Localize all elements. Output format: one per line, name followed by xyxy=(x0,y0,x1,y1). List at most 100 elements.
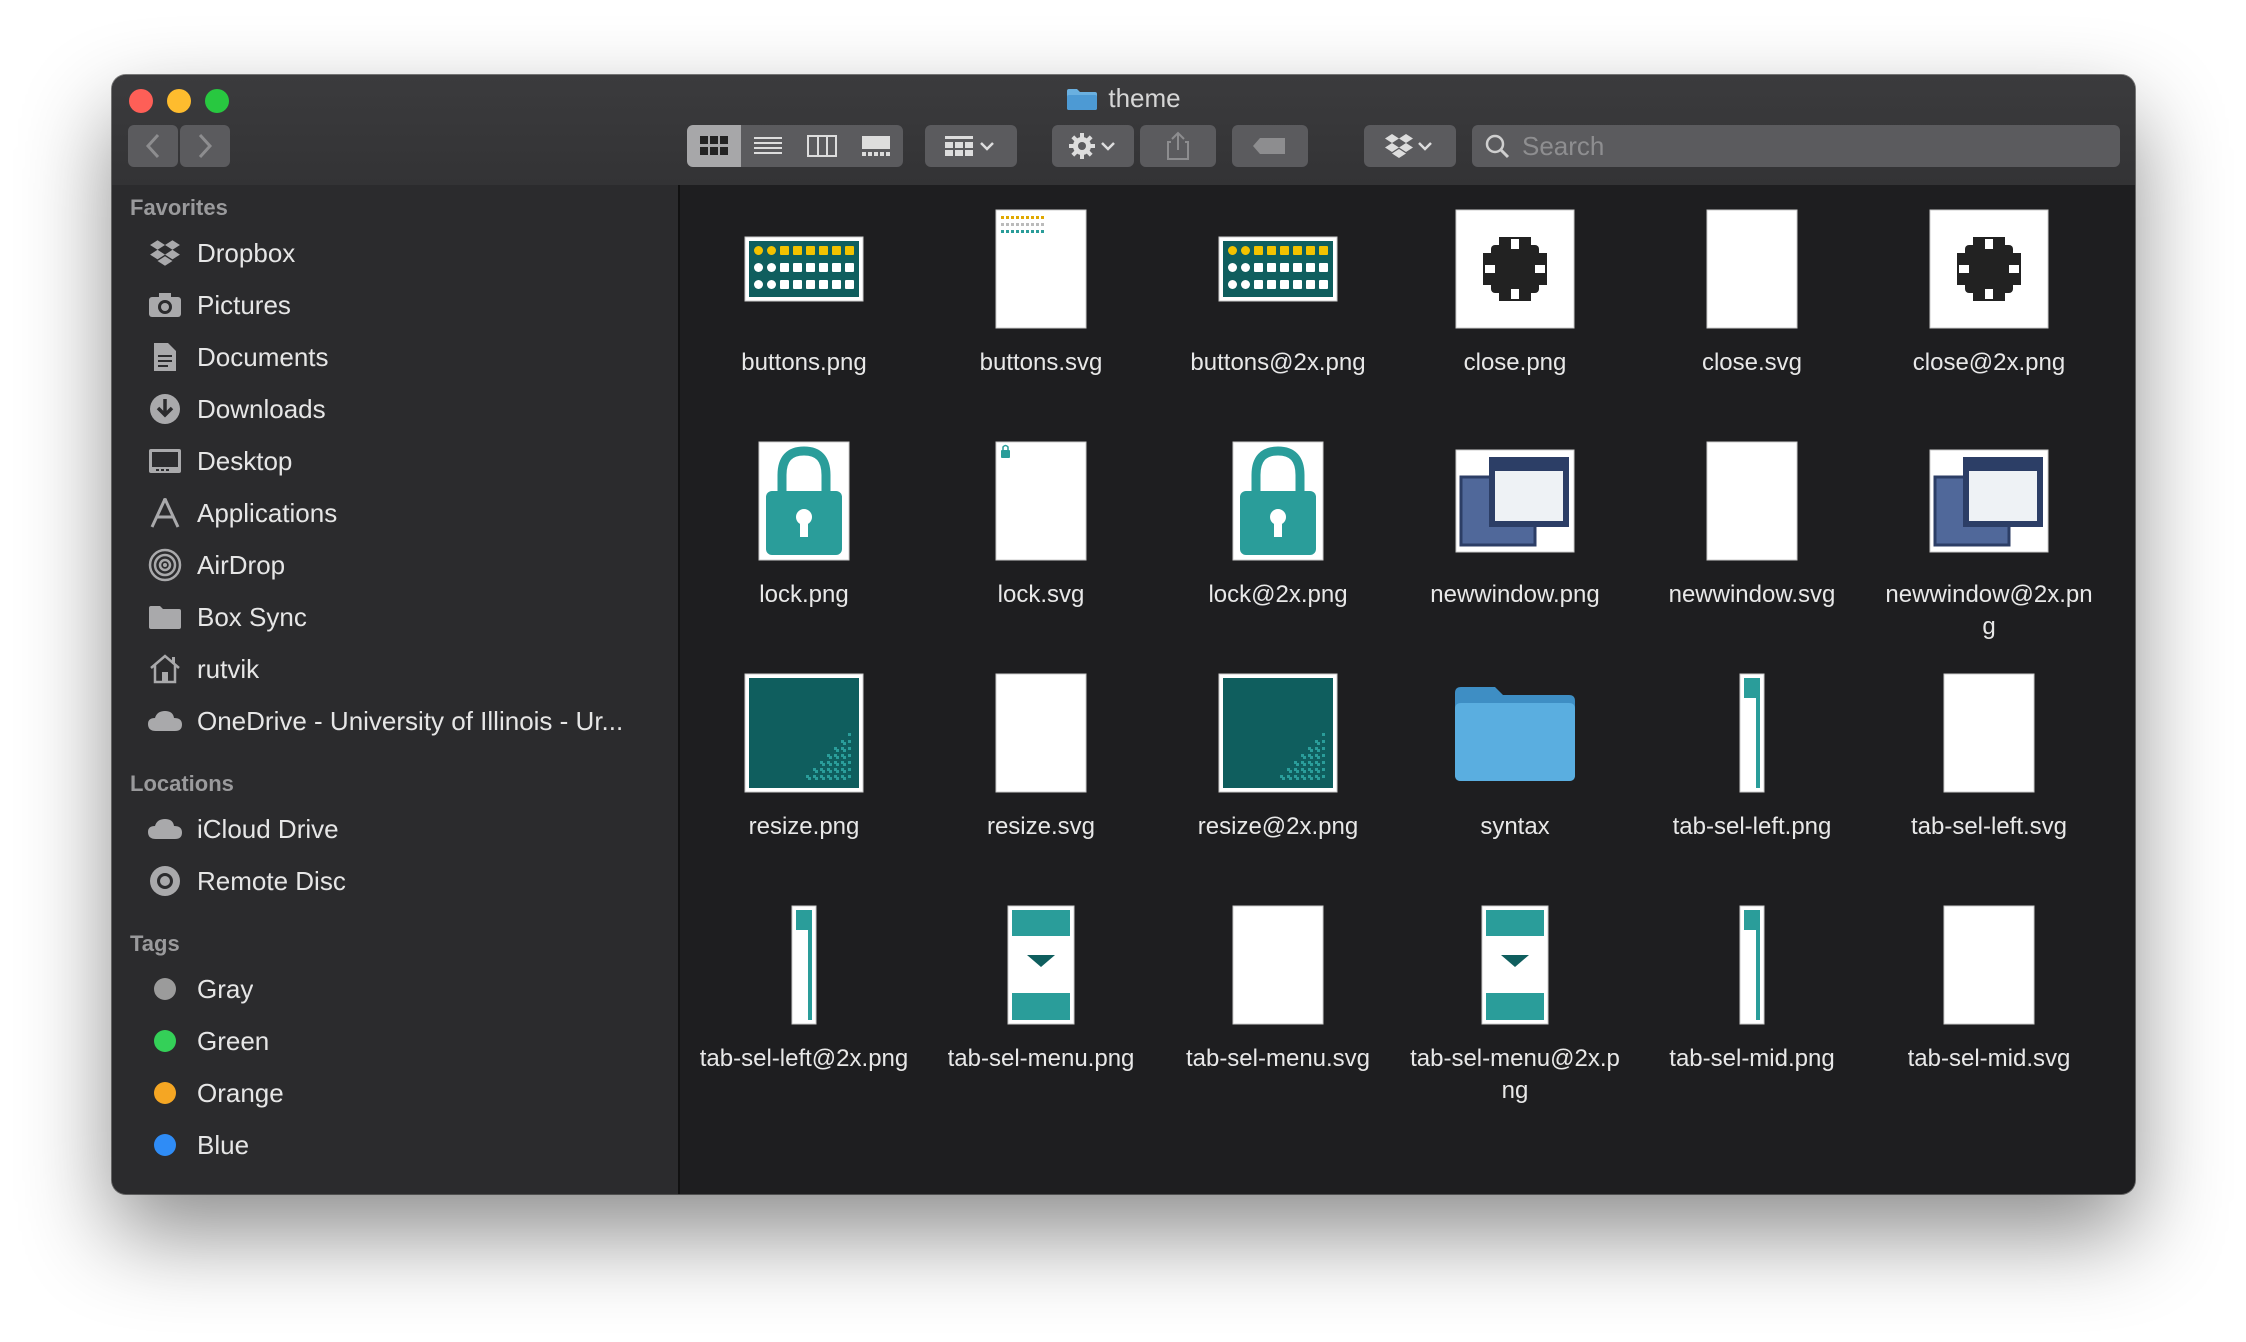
file-thumbnail-icon xyxy=(926,901,1156,1029)
file-item[interactable]: buttons.png xyxy=(689,193,919,379)
file-item[interactable]: resize@2x.png xyxy=(1163,657,1393,843)
sidebar-item-label: Documents xyxy=(197,341,329,372)
file-thumbnail-icon xyxy=(1874,669,2104,797)
desktop-icon xyxy=(147,446,183,476)
file-item[interactable]: buttons.svg xyxy=(926,193,1156,379)
file-item[interactable]: tab-sel-mid.png xyxy=(1637,889,1867,1075)
file-item[interactable]: lock@2x.png xyxy=(1163,425,1393,611)
sidebar-item-icloud-drive[interactable]: iCloud Drive xyxy=(112,803,678,855)
file-thumbnail-icon xyxy=(1874,205,2104,333)
file-thumbnail-icon xyxy=(1400,205,1630,333)
file-thumbnail-icon xyxy=(1400,437,1630,565)
file-item[interactable]: tab-sel-menu@2x.png xyxy=(1400,889,1630,1107)
file-item[interactable]: tab-sel-left.svg xyxy=(1874,657,2104,843)
chevron-down-icon xyxy=(980,142,994,151)
icon-view-button[interactable] xyxy=(687,125,741,167)
sidebar-item-remote-disc[interactable]: Remote Disc xyxy=(112,855,678,907)
sidebar-item-label: Dropbox xyxy=(197,237,296,268)
tag-color-dot xyxy=(154,1134,176,1156)
file-item[interactable]: newwindow.svg xyxy=(1637,425,1867,611)
gallery-view-button[interactable] xyxy=(849,125,903,167)
sidebar-tag-gray[interactable]: Gray xyxy=(112,963,678,1015)
column-view-button[interactable] xyxy=(795,125,849,167)
tag-icon xyxy=(1253,138,1285,154)
file-item[interactable]: close@2x.png xyxy=(1874,193,2104,379)
file-name: resize.svg xyxy=(986,813,1096,840)
file-item[interactable]: tab-sel-left.png xyxy=(1637,657,1867,843)
group-by-button[interactable] xyxy=(925,125,1017,167)
file-item[interactable]: resize.svg xyxy=(926,657,1156,843)
sidebar-item-airdrop[interactable]: AirDrop xyxy=(112,539,678,591)
sidebar-item-box-sync[interactable]: Box Sync xyxy=(112,591,678,643)
camera-icon xyxy=(147,290,183,320)
file-name: newwindow@2x.png xyxy=(1885,581,2093,640)
file-name: tab-sel-left.svg xyxy=(1910,813,2068,840)
cloud-icon xyxy=(147,814,183,844)
file-item[interactable]: newwindow.png xyxy=(1400,425,1630,611)
file-item[interactable]: lock.svg xyxy=(926,425,1156,611)
dropbox-menu-button[interactable] xyxy=(1364,125,1456,167)
sidebar-item-label: Box Sync xyxy=(197,601,307,632)
share-button[interactable] xyxy=(1140,125,1216,167)
file-thumbnail-icon xyxy=(1163,901,1393,1029)
sidebar-tag-blue[interactable]: Blue xyxy=(112,1119,678,1171)
favorites-header: Favorites xyxy=(130,195,228,220)
sidebar-item-documents[interactable]: Documents xyxy=(112,331,678,383)
list-view-button[interactable] xyxy=(741,125,795,167)
forward-button[interactable] xyxy=(180,125,230,167)
sidebar-item-desktop[interactable]: Desktop xyxy=(112,435,678,487)
file-item[interactable]: close.svg xyxy=(1637,193,1867,379)
sidebar-item-label: rutvik xyxy=(197,653,260,684)
file-name: buttons.svg xyxy=(979,349,1103,376)
file-thumbnail-icon xyxy=(689,205,919,333)
file-name: tab-sel-menu.png xyxy=(947,1045,1135,1072)
folder-item[interactable]: syntax xyxy=(1400,657,1630,843)
gallery-icon xyxy=(862,136,890,156)
file-item[interactable]: tab-sel-menu.svg xyxy=(1163,889,1393,1075)
file-name: tab-sel-left@2x.png xyxy=(699,1045,909,1072)
airdrop-icon xyxy=(147,548,183,582)
file-thumbnail-icon xyxy=(1637,205,1867,333)
back-button[interactable] xyxy=(128,125,178,167)
view-mode-segmented-control xyxy=(687,125,903,167)
search-input[interactable] xyxy=(1520,129,2084,163)
tags-button[interactable] xyxy=(1232,125,1308,167)
search-field[interactable] xyxy=(1472,125,2120,167)
file-item[interactable]: newwindow@2x.png xyxy=(1874,425,2104,643)
file-name: tab-sel-mid.svg xyxy=(1907,1045,2071,1072)
file-thumbnail-icon xyxy=(689,901,919,1029)
sidebar-item-pictures[interactable]: Pictures xyxy=(112,279,678,331)
file-thumbnail-icon xyxy=(926,437,1156,565)
file-item[interactable]: resize.png xyxy=(689,657,919,843)
sidebar-item-label: Orange xyxy=(197,1077,284,1108)
file-name: close@2x.png xyxy=(1912,349,2066,376)
window-title-text: theme xyxy=(1108,83,1181,113)
sidebar-item-applications[interactable]: Applications xyxy=(112,487,678,539)
file-item[interactable]: tab-sel-left@2x.png xyxy=(689,889,919,1075)
file-item[interactable]: tab-sel-mid.svg xyxy=(1874,889,2104,1075)
sidebar-tag-orange[interactable]: Orange xyxy=(112,1067,678,1119)
folder-icon xyxy=(1067,88,1098,110)
sidebar-item-dropbox[interactable]: Dropbox xyxy=(112,227,678,279)
folder-icon xyxy=(147,602,183,632)
sidebar-item-rutvik[interactable]: rutvik xyxy=(112,643,678,695)
dropbox-icon xyxy=(1385,134,1413,158)
applications-icon xyxy=(147,498,183,528)
file-item[interactable]: tab-sel-menu.png xyxy=(926,889,1156,1075)
file-item[interactable]: buttons@2x.png xyxy=(1163,193,1393,379)
list-icon xyxy=(754,137,782,154)
locations-header: Locations xyxy=(130,771,234,796)
action-menu-button[interactable] xyxy=(1052,125,1134,167)
sidebar-item-onedrive[interactable]: OneDrive - University of Illinois - Ur..… xyxy=(112,695,678,747)
dropbox-icon xyxy=(147,238,183,268)
file-item[interactable]: lock.png xyxy=(689,425,919,611)
chevron-down-icon xyxy=(1101,142,1115,151)
sidebar-tag-green[interactable]: Green xyxy=(112,1015,678,1067)
file-thumbnail-icon xyxy=(1637,437,1867,565)
sidebar-item-label: Remote Disc xyxy=(197,865,346,896)
sidebar-item-downloads[interactable]: Downloads xyxy=(112,383,678,435)
file-thumbnail-icon xyxy=(1163,669,1393,797)
file-item[interactable]: close.png xyxy=(1400,193,1630,379)
chevron-right-icon xyxy=(198,133,213,159)
file-name: buttons.png xyxy=(741,349,867,376)
